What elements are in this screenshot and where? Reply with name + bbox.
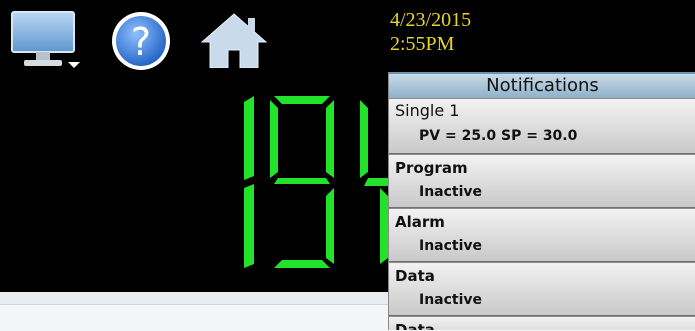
help-icon[interactable]: ? xyxy=(108,10,174,72)
notification-title: Data xyxy=(395,321,435,330)
notification-title: Data xyxy=(395,267,435,285)
date-time: 4/23/2015 2:55PM xyxy=(390,8,471,56)
notification-item[interactable]: Program Inactive xyxy=(389,154,695,208)
date-label: 4/23/2015 xyxy=(390,9,472,31)
notification-title: Single 1 xyxy=(395,101,460,120)
notification-title: Alarm xyxy=(395,213,445,231)
notification-detail: PV = 25.0 SP = 30.0 xyxy=(419,128,578,144)
time-label: 2:55PM xyxy=(390,33,455,55)
home-icon[interactable] xyxy=(200,12,268,69)
notification-item[interactable]: Alarm Inactive xyxy=(389,208,695,262)
notification-detail: Inactive xyxy=(419,184,483,200)
notification-title: Program xyxy=(395,159,468,177)
notification-detail: Inactive xyxy=(419,238,483,254)
notifications-title: Notifications xyxy=(389,72,695,98)
top-bar: ? 4/23/2015 2:55PM xyxy=(0,0,695,72)
notification-detail: Inactive xyxy=(419,292,483,308)
notification-item[interactable]: Data Inactive xyxy=(389,262,695,316)
monitor-icon[interactable] xyxy=(10,10,82,68)
notification-item[interactable]: Data xyxy=(389,316,695,330)
svg-text:?: ? xyxy=(131,20,151,64)
notifications-panel: Notifications Single 1 PV = 25.0 SP = 30… xyxy=(388,72,695,330)
notification-item[interactable]: Single 1 PV = 25.0 SP = 30.0 xyxy=(389,98,695,154)
